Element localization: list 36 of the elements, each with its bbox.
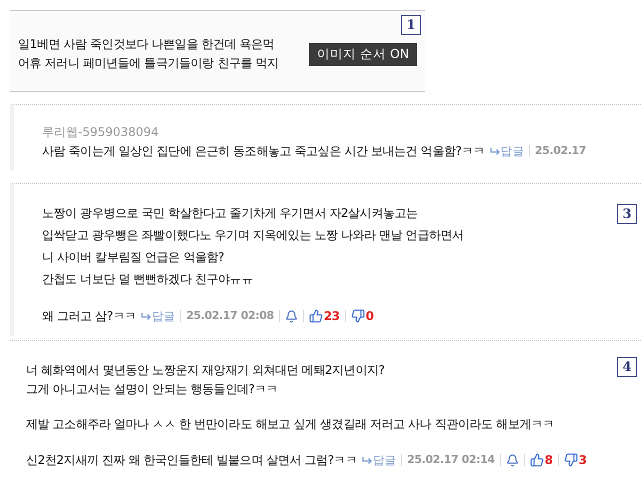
comment-text: 노짱이 광우병으로 국민 학살한다고 줄기차게 우기면서 자2살시켜놓고는	[42, 205, 418, 222]
reply-link[interactable]: 답글	[490, 141, 524, 161]
reply-arrow-icon	[490, 148, 500, 154]
bell-icon[interactable]	[284, 310, 298, 322]
like-button[interactable]: 8	[530, 450, 553, 470]
comment-date: 25.02.17 02:08	[186, 308, 274, 324]
thumbs-up-icon	[308, 309, 323, 323]
comment-text: 그게 아니고서는 설명이 안되는 행동들인데?ㅋㅋ	[26, 381, 278, 398]
reply-arrow-icon	[141, 312, 151, 320]
order-number: 4	[617, 357, 637, 377]
reply-link[interactable]: 답글	[141, 306, 176, 326]
comment-text: 제발 고소해주라 얼마나 ㅅㅅ 한 번만이라도 해보고 싶게 생겼길래 저러고 사나 직관이라도 해보게ㅋㅋ	[26, 416, 554, 433]
thumbs-down-icon	[350, 309, 365, 323]
comment-text: 어휴 저러니 페미년들에 틀극기들이랑 친구를 먹지	[18, 55, 279, 72]
comment-text: 입싹닫고 광우뺑은 좌빨이했다노 우기며 지옥에있는 노짱 나와라 맨날 언급하면서	[42, 227, 464, 244]
comment-text: 신2천2지새끼 진짜 왜 한국인들한테 빌붙으며 살면서 그럼?ㅋㅋ	[26, 452, 357, 469]
comment-text: 왜 그러고 삼?ㅋㅋ	[42, 308, 136, 325]
reply-link[interactable]: 답글	[362, 450, 396, 470]
like-button[interactable]: 23	[308, 306, 340, 326]
thumbs-up-icon	[530, 453, 544, 467]
thumbs-down-icon	[564, 453, 578, 467]
comment-text: 간첩도 너보단 덜 뻔뻔하겠다 친구야ㅠㅠ	[42, 271, 253, 288]
comment-text: 일1베면 사람 죽인것보다 나쁜일을 한건데 욕은먹	[18, 36, 274, 53]
comment-date: 25.02.17 02:14	[407, 452, 495, 468]
author-name[interactable]: 루리웹-5959038094	[42, 123, 159, 141]
tooltip: 이미지 순서 ON	[309, 43, 418, 66]
dislike-button[interactable]: 3	[564, 450, 587, 470]
comment-text: 너 혜화역에서 몇년동안 노짱운지 재앙재기 외쳐대던 메퇘2지년이지?	[26, 362, 384, 379]
comment-text: 니 사이버 칼부림질 언급은 억울함?	[42, 249, 224, 266]
comment-date: 25.02.17	[534, 143, 586, 159]
reply-arrow-icon	[362, 456, 372, 464]
bell-icon[interactable]	[506, 454, 519, 466]
comment-text: 사람 죽이는게 일상인 집단에 은근히 동조해놓고 죽고싶은 시간 보내는건 억울함?ㅋㅋ	[42, 143, 485, 160]
order-number: 1	[401, 15, 421, 35]
dislike-button[interactable]: 0	[350, 306, 374, 326]
order-number: 3	[617, 204, 637, 224]
